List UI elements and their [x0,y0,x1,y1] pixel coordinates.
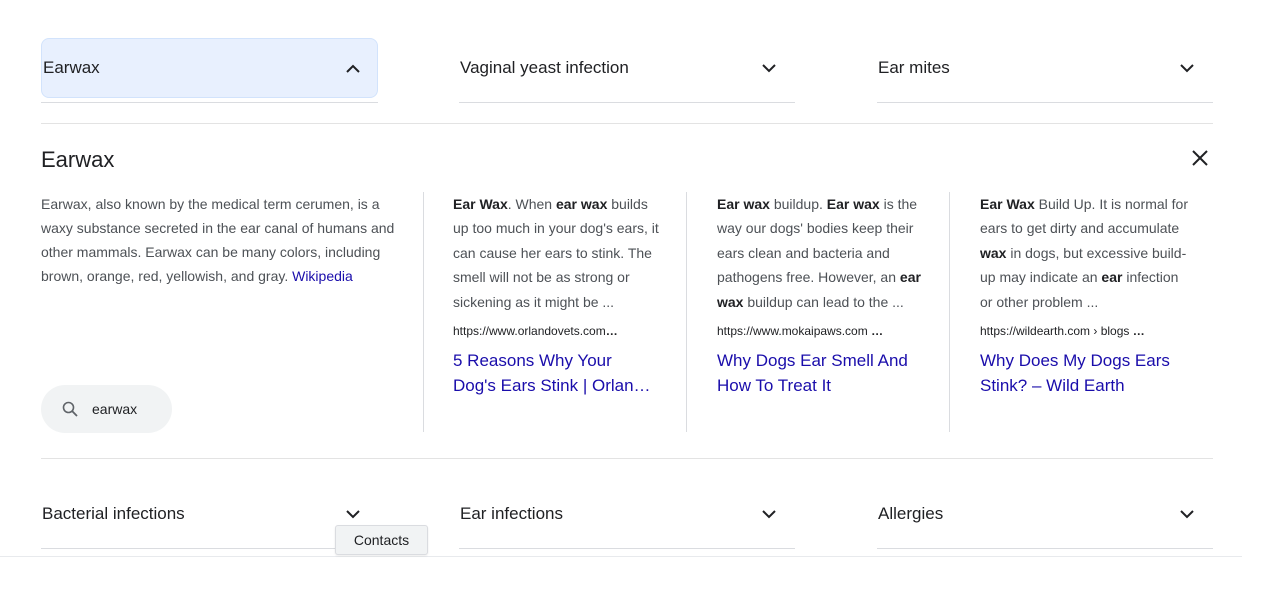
chip-allergies[interactable]: Allergies [877,490,1197,538]
chip-ear-mites[interactable]: Ear mites [877,38,1197,98]
search-query-label: earwax [92,401,138,417]
result-card[interactable]: Ear Wax Build Up. It is normal for ears … [980,192,1190,398]
card-snippet: Ear wax buildup. Ear wax is the way our … [717,196,921,310]
search-query-button[interactable]: earwax [41,385,172,433]
chevron-up-icon [343,58,363,78]
card-url: https://wildearth.com › blogs … [980,324,1146,339]
chip-label: Ear mites [878,58,950,77]
card-url: https://www.orlandovets.com… [453,324,619,339]
card-title-link[interactable]: 5 Reasons Why Your Dog's Ears Stink | Or… [453,348,658,398]
chip-earwax[interactable]: Earwax [41,38,378,98]
chip-label: Earwax [43,58,100,77]
panel-title: Earwax [41,147,115,172]
tooltip: Contacts [335,525,428,555]
search-icon [62,401,78,417]
chip-label: Bacterial infections [42,504,185,523]
chevron-down-icon [759,58,779,78]
chevron-down-icon [759,504,779,524]
card-title-link[interactable]: Why Dogs Ear Smell And How To Treat It [717,348,927,398]
chip-label: Vaginal yeast infection [460,58,629,77]
chip-ear-infections[interactable]: Ear infections [459,490,779,538]
result-card[interactable]: Ear wax buildup. Ear wax is the way our … [717,192,927,398]
topic-description: Earwax, also known by the medical term c… [41,192,399,288]
card-snippet: Ear Wax. When ear wax builds up too much… [453,196,659,310]
card-title-link[interactable]: Why Does My Dogs Ears Stink? – Wild Eart… [980,348,1190,398]
result-card[interactable]: Ear Wax. When ear wax builds up too much… [453,192,663,398]
chevron-down-icon [1177,504,1197,524]
chip-vaginal-yeast-infection[interactable]: Vaginal yeast infection [459,38,779,98]
chip-label: Ear infections [460,504,563,523]
card-url: https://www.mokaipaws.com … [717,324,885,339]
chip-label: Allergies [878,504,944,523]
card-snippet: Ear Wax Build Up. It is normal for ears … [980,196,1189,310]
chip-bacterial-infections[interactable]: Bacterial infections [41,490,363,538]
wikipedia-link[interactable]: Wikipedia [292,268,353,284]
chevron-down-icon [343,504,363,524]
close-icon[interactable] [1191,149,1211,169]
chevron-down-icon [1177,58,1197,78]
